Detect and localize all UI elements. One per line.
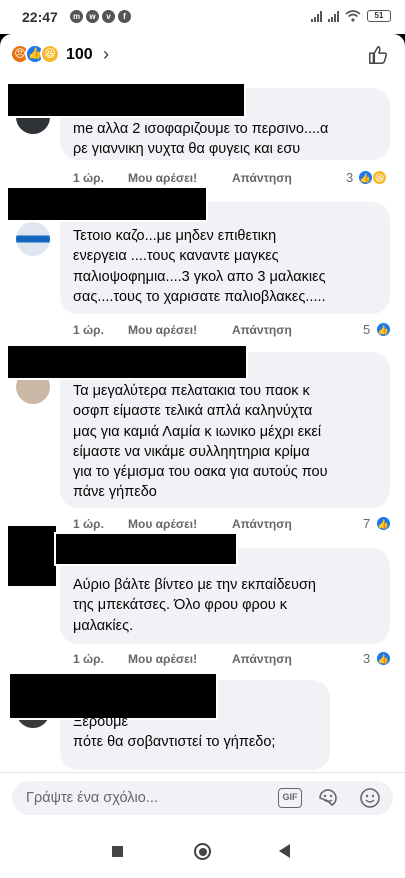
reply-link[interactable]: Απάντηση	[232, 171, 292, 185]
like-link[interactable]: Μου αρέσει!	[128, 517, 197, 531]
comment-time: 1 ώρ.	[73, 652, 104, 666]
home-button-icon[interactable]	[194, 843, 211, 860]
redacted-avatar	[6, 524, 58, 588]
emoji-icon[interactable]	[358, 786, 382, 810]
status-right: 51	[311, 10, 391, 22]
haha-reaction-icon: 😆	[372, 170, 387, 185]
battery-icon: 51	[367, 10, 391, 22]
comment-time: 1 ώρ.	[73, 323, 104, 337]
comment-time: 1 ώρ.	[73, 171, 104, 185]
comment-text: me αλλα 2 ισοφαριζουμε το περσινο....α ρ…	[73, 121, 329, 158]
reaction-count: 5	[363, 322, 371, 337]
viber-icon: v	[102, 10, 115, 23]
redacted-name	[6, 186, 208, 222]
comment-time: 1 ώρ.	[73, 517, 104, 531]
gif-icon[interactable]: GIF	[278, 788, 302, 808]
comments-sheet: 😠 👍 😆 100 › me αλλα 2 ισοφαριζουμε το πε…	[0, 34, 405, 822]
comment-text: Ξέρουμε πότε θα σοβαντιστεί το γήπεδο;	[73, 714, 276, 751]
like-button-icon[interactable]	[367, 44, 389, 66]
comment-input[interactable]: Γράψτε ένα σχόλιο... GIF	[12, 781, 393, 815]
redacted-name	[54, 532, 238, 566]
reaction-count: 3	[363, 651, 371, 666]
reply-link[interactable]: Απάντηση	[232, 652, 292, 666]
comment-text: Τα μεγαλύτερα πελατακια του παοκ κ οσφπ …	[73, 383, 328, 501]
comment-composer-bar: Γράψτε ένα σχόλιο... GIF	[0, 772, 405, 822]
like-link[interactable]: Μου αρέσει!	[128, 323, 197, 337]
system-nav-bar	[0, 822, 405, 878]
comment-text: Αύριο βάλτε βίντεο με την εκπαίδευση της…	[73, 577, 316, 634]
reaction-count: 3	[346, 170, 354, 185]
status-bar: 22:47 m w v f 51	[0, 0, 405, 34]
redacted-name	[6, 344, 248, 380]
facebook-icon: f	[118, 10, 131, 23]
reply-link[interactable]: Απάντηση	[232, 517, 292, 531]
signal-icon-2	[328, 10, 339, 22]
reactions-header[interactable]: 😠 👍 😆 100 ›	[0, 34, 405, 76]
signal-icon	[311, 10, 322, 22]
recents-button-icon[interactable]	[112, 846, 123, 857]
like-reaction-icon: 👍	[376, 516, 391, 531]
reaction-count: 100	[66, 46, 93, 63]
comment-text: Τετοιο καζο...με μηδεν επιθετικη ενεργει…	[73, 228, 326, 305]
like-link[interactable]: Μου αρέσει!	[128, 171, 197, 185]
whatsapp-icon: w	[86, 10, 99, 23]
like-link[interactable]: Μου αρέσει!	[128, 652, 197, 666]
like-reaction-icon: 👍	[376, 322, 391, 337]
back-button-icon[interactable]	[279, 844, 290, 858]
reaction-icons: 😠 👍 😆	[10, 44, 60, 64]
reply-link[interactable]: Απάντηση	[232, 323, 292, 337]
reaction-count: 7	[363, 516, 371, 531]
sticker-icon[interactable]	[316, 786, 340, 810]
avatar[interactable]	[16, 222, 50, 256]
chevron-right-icon[interactable]: ›	[103, 44, 109, 65]
like-reaction-icon: 👍	[376, 651, 391, 666]
redacted-name	[6, 82, 246, 118]
comment-placeholder: Γράψτε ένα σχόλιο...	[26, 790, 158, 806]
like-reaction-icon: 👍	[358, 170, 373, 185]
status-time: 22:47	[22, 9, 58, 25]
wifi-icon	[345, 10, 361, 22]
messenger-icon: m	[70, 10, 83, 23]
haha-reaction-icon: 😆	[40, 44, 60, 64]
